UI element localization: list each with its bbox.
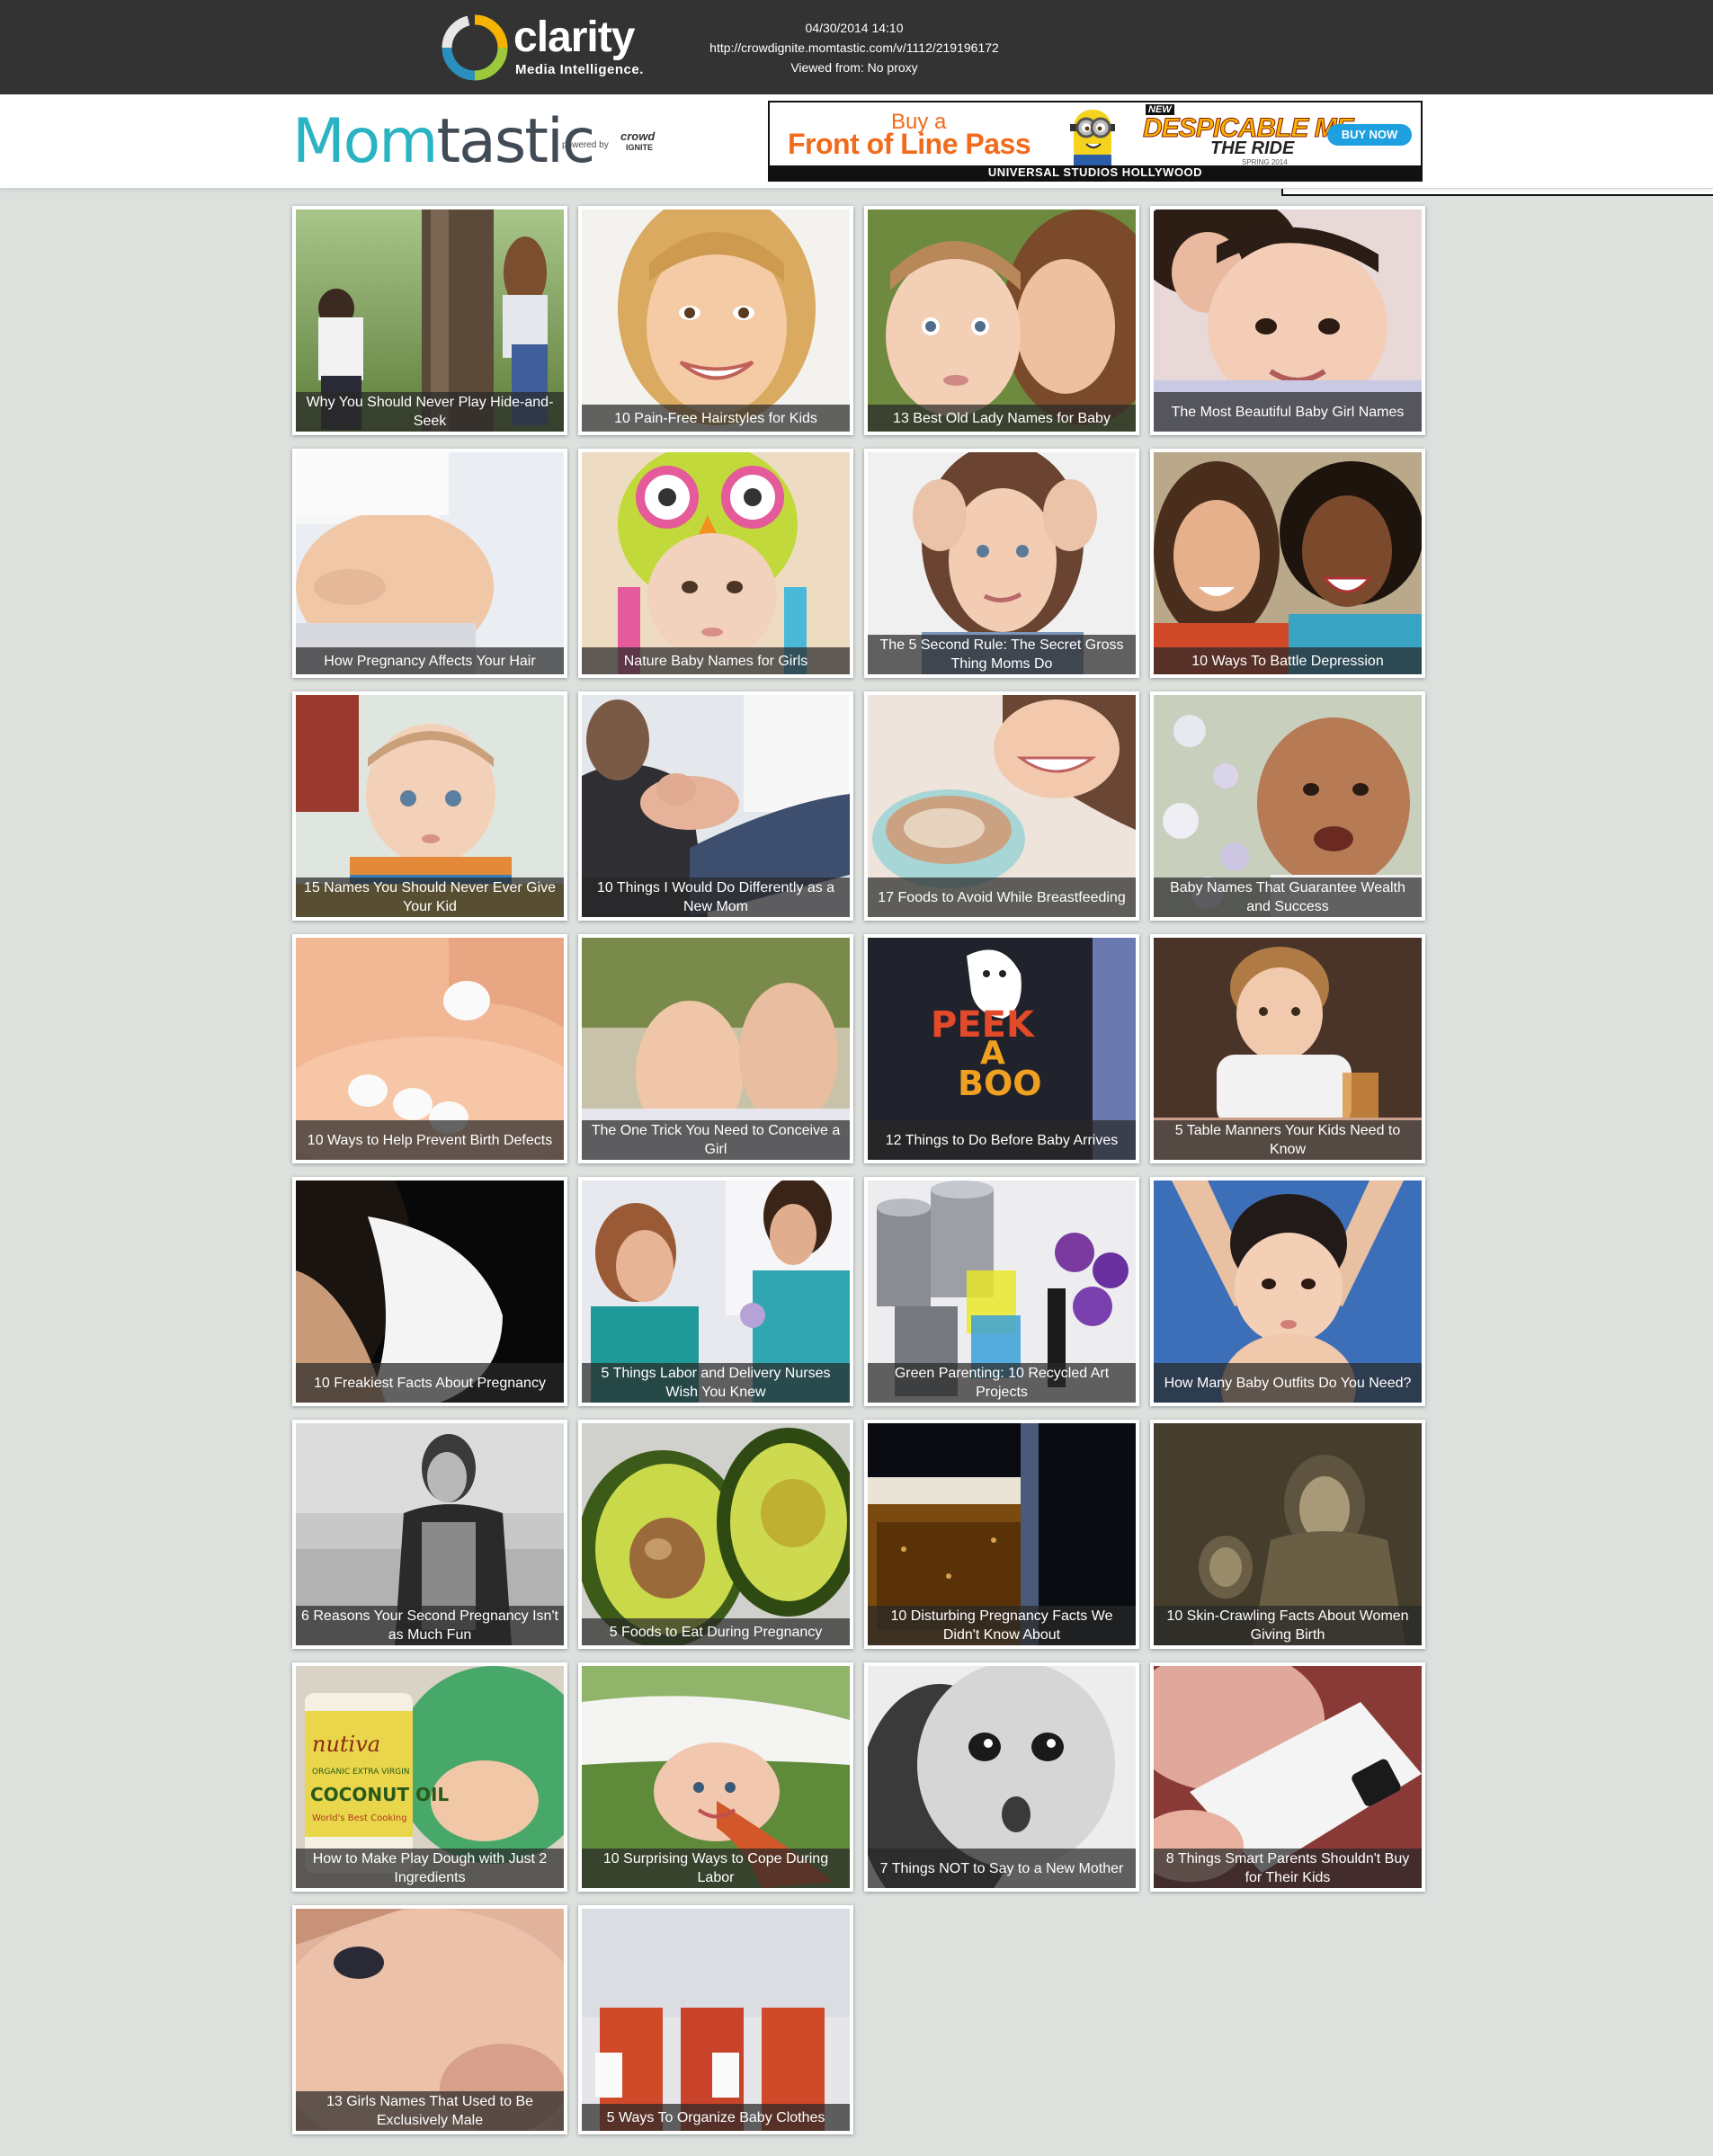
article-title: 10 Disturbing Pregnancy Facts We Didn't … [868, 1606, 1136, 1645]
article-card[interactable]: 8 Things Smart Parents Shouldn't Buy for… [1150, 1662, 1425, 1892]
article-title: The 5 Second Rule: The Secret Gross Thin… [868, 635, 1136, 674]
article-title: 8 Things Smart Parents Shouldn't Buy for… [1154, 1849, 1422, 1888]
article-card[interactable]: Green Parenting: 10 Recycled Art Project… [864, 1177, 1139, 1406]
article-card[interactable]: 5 Things Labor and Delivery Nurses Wish … [578, 1177, 853, 1406]
article-title: 5 Things Labor and Delivery Nurses Wish … [582, 1363, 850, 1403]
photo-baby-owl-hat [582, 452, 850, 674]
photo-pregnant-belly [296, 452, 564, 674]
article-card[interactable]: 10 Freakiest Facts About Pregnancy [292, 1177, 567, 1406]
article-title: 15 Names You Should Never Ever Give Your… [296, 878, 564, 917]
article-card[interactable]: The One Trick You Need to Conceive a Gir… [578, 934, 853, 1163]
photo-mother-baby [868, 209, 1136, 432]
svg-text:World's Best Cooking: World's Best Cooking [312, 1813, 407, 1823]
photo-smiling-girl [582, 209, 850, 432]
article-card[interactable]: 13 Best Old Lady Names for Baby [864, 206, 1139, 435]
article-card[interactable]: 5 Ways To Organize Baby Clothes [578, 1905, 853, 2134]
article-title: 12 Things to Do Before Baby Arrives [868, 1120, 1136, 1160]
adclarity-logo[interactable]: adclarity Media Intelligence. [442, 13, 1713, 196]
photo-storage-bins [582, 1909, 850, 2131]
article-title: 5 Ways To Organize Baby Clothes [582, 2104, 850, 2131]
minion-icon [1070, 110, 1115, 167]
article-title: 13 Best Old Lady Names for Baby [868, 405, 1136, 432]
article-title: 13 Girls Names That Used to Be Exclusive… [296, 2091, 564, 2131]
logo-mom: Mom [292, 106, 439, 177]
article-card[interactable]: 10 Disturbing Pregnancy Facts We Didn't … [864, 1420, 1139, 1649]
capture-meta: 04/30/2014 14:10 http://crowdignite.momt… [692, 18, 1016, 77]
adclarity-tagline: Media Intelligence. [515, 62, 644, 77]
adclarity-bar: adclarity Media Intelligence. 04/30/2014… [0, 0, 1713, 196]
svg-text:ORGANIC EXTRA VIRGIN: ORGANIC EXTRA VIRGIN [312, 1768, 410, 1777]
article-card[interactable]: 15 Names You Should Never Ever Give Your… [292, 691, 567, 921]
article-card[interactable]: 10 Ways to Help Prevent Birth Defects [292, 934, 567, 1163]
capture-url: http://crowdignite.momtastic.com/v/1112/… [709, 40, 999, 55]
article-title: The Most Beautiful Baby Girl Names [1154, 392, 1422, 432]
svg-text:BOO: BOO [958, 1064, 1042, 1103]
powered-by-label: powered by [562, 140, 609, 150]
article-card[interactable]: 10 Pain-Free Hairstyles for Kids [578, 206, 853, 435]
article-title: Green Parenting: 10 Recycled Art Project… [868, 1363, 1136, 1403]
article-card[interactable]: 5 Foods to Eat During Pregnancy [578, 1420, 853, 1649]
ad-banner[interactable]: Buy a Front of Line Pass NEW DESPICABLE … [768, 101, 1423, 182]
article-card[interactable]: PEEK A BOO 12 Things to Do Before Baby A… [864, 934, 1139, 1163]
article-title: 10 Skin-Crawling Facts About Women Givin… [1154, 1606, 1422, 1645]
ad-headline: Front of Line Pass [788, 128, 1031, 160]
article-card[interactable]: 10 Things I Would Do Differently as a Ne… [578, 691, 853, 921]
ad-the-ride: THE RIDE [1210, 138, 1295, 158]
article-title: How Pregnancy Affects Your Hair [296, 647, 564, 674]
article-card[interactable]: 7 Things NOT to Say to a New Mother [864, 1662, 1139, 1892]
article-title: 5 Table Manners Your Kids Need to Know [1154, 1120, 1422, 1160]
article-title: 10 Pain-Free Hairstyles for Kids [582, 405, 850, 432]
crowdignite-logo: crowd IGNITE [620, 129, 656, 152]
article-card[interactable]: nutiva ORGANIC EXTRA VIRGIN COCONUT OIL … [292, 1662, 567, 1892]
svg-text:COCONUT OIL: COCONUT OIL [310, 1784, 449, 1805]
article-card[interactable]: 13 Girls Names That Used to Be Exclusive… [292, 1905, 567, 2134]
article-title: How to Make Play Dough with Just 2 Ingre… [296, 1849, 564, 1888]
article-title: Baby Names That Guarantee Wealth and Suc… [1154, 878, 1422, 917]
article-title: Why You Should Never Play Hide-and-Seek [296, 392, 564, 432]
article-card[interactable]: 17 Foods to Avoid While Breastfeeding [864, 691, 1139, 921]
article-card[interactable]: 6 Reasons Your Second Pregnancy Isn't as… [292, 1420, 567, 1649]
photo-laughing-women [1154, 452, 1422, 674]
article-title: How Many Baby Outfits Do You Need? [1154, 1363, 1422, 1403]
article-card[interactable]: 10 Skin-Crawling Facts About Women Givin… [1150, 1420, 1425, 1649]
article-title: 10 Freakiest Facts About Pregnancy [296, 1363, 564, 1403]
capture-proxy: Viewed from: No proxy [790, 60, 918, 75]
article-title: 6 Reasons Your Second Pregnancy Isn't as… [296, 1606, 564, 1645]
article-card[interactable]: 10 Surprising Ways to Cope During Labor [578, 1662, 853, 1892]
article-title: 10 Ways To Battle Depression [1154, 647, 1422, 674]
article-title: 10 Surprising Ways to Cope During Labor [582, 1849, 850, 1888]
article-card[interactable]: Nature Baby Names for Girls [578, 449, 853, 678]
article-card[interactable]: The Most Beautiful Baby Girl Names [1150, 206, 1425, 435]
article-card[interactable]: Why You Should Never Play Hide-and-Seek [292, 206, 567, 435]
ad-universal-strip: UNIVERSAL STUDIOS HOLLYWOOD [770, 165, 1421, 180]
adclarity-wordmark: adclarity [513, 14, 1713, 196]
capture-date: 04/30/2014 14:10 [805, 21, 904, 35]
article-title: The One Trick You Need to Conceive a Gir… [582, 1120, 850, 1160]
article-card[interactable]: Baby Names That Guarantee Wealth and Suc… [1150, 691, 1425, 921]
article-title: 5 Foods to Eat During Pregnancy [582, 1618, 850, 1645]
article-card[interactable]: How Many Baby Outfits Do You Need? [1150, 1177, 1425, 1406]
article-card[interactable]: The 5 Second Rule: The Secret Gross Thin… [864, 449, 1139, 678]
article-title: 10 Things I Would Do Differently as a Ne… [582, 878, 850, 917]
svg-text:nutiva: nutiva [312, 1732, 380, 1757]
article-title: Nature Baby Names for Girls [582, 647, 850, 674]
article-title: 7 Things NOT to Say to a New Mother [868, 1849, 1136, 1888]
article-title: 10 Ways to Help Prevent Birth Defects [296, 1120, 564, 1160]
article-card[interactable]: How Pregnancy Affects Your Hair [292, 449, 567, 678]
photo-avocado [582, 1423, 850, 1645]
article-card[interactable]: 10 Ways To Battle Depression [1150, 449, 1425, 678]
adclarity-ring-icon [442, 14, 508, 81]
buy-now-button[interactable]: BUY NOW [1327, 124, 1412, 146]
article-title: 17 Foods to Avoid While Breastfeeding [868, 878, 1136, 917]
article-card[interactable]: 5 Table Manners Your Kids Need to Know [1150, 934, 1425, 1163]
